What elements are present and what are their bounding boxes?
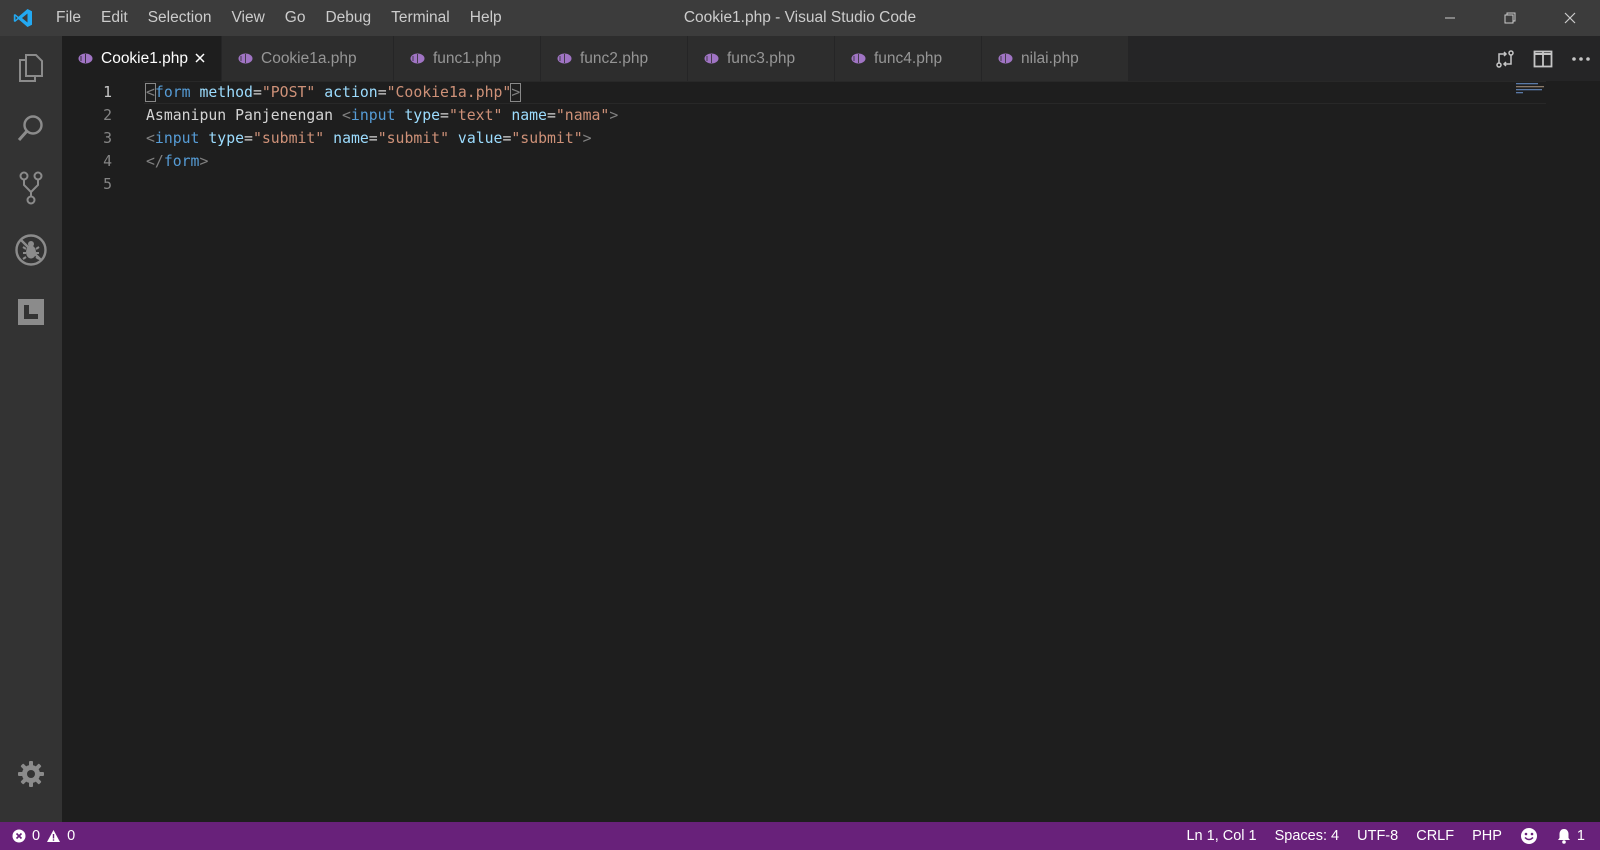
tab-func1-php[interactable]: func1.php — [394, 36, 541, 81]
extensions-icon[interactable] — [0, 284, 62, 340]
php-elephant-icon — [557, 53, 572, 64]
tab-func4-php[interactable]: func4.php — [835, 36, 982, 81]
source-control-icon[interactable] — [0, 160, 62, 216]
status-bar-right: Ln 1, Col 1 Spaces: 4 UTF-8 CRLF PHP 1 — [1177, 822, 1594, 850]
notifications-status[interactable]: 1 — [1547, 822, 1594, 850]
notification-count: 1 — [1576, 828, 1585, 844]
php-elephant-icon — [851, 53, 866, 64]
minimap[interactable] — [1516, 81, 1556, 94]
debug-icon[interactable] — [0, 222, 62, 278]
code-editor[interactable]: 1 2 3 4 5 <form method="POST" action="Co… — [62, 81, 1600, 822]
editor-tabs: Cookie1.php Cookie1a.php func1.php func2… — [62, 36, 1600, 81]
menu-edit[interactable]: Edit — [91, 0, 138, 36]
language-mode[interactable]: PHP — [1463, 822, 1511, 850]
tab-cookie1a-php[interactable]: Cookie1a.php — [222, 36, 394, 81]
menu-file[interactable]: File — [46, 0, 91, 36]
error-icon — [12, 829, 26, 843]
php-elephant-icon — [78, 53, 93, 64]
tab-label: func2.php — [580, 49, 649, 67]
indentation-status[interactable]: Spaces: 4 — [1266, 822, 1349, 850]
menu-debug[interactable]: Debug — [315, 0, 381, 36]
tab-label: func1.php — [433, 49, 502, 67]
error-count: 0 — [32, 828, 41, 844]
tab-label: Cookie1a.php — [261, 49, 357, 67]
explorer-icon[interactable] — [0, 40, 62, 96]
settings-gear-icon[interactable] — [0, 746, 62, 802]
tab-nilai-php[interactable]: nilai.php — [982, 36, 1129, 81]
title-bar: File Edit Selection View Go Debug Termin… — [0, 0, 1600, 36]
open-changes-icon[interactable] — [1486, 36, 1524, 81]
tab-label: Cookie1.php — [101, 49, 189, 67]
menu-help[interactable]: Help — [460, 0, 512, 36]
close-tab-icon[interactable] — [191, 49, 209, 67]
line-number: 2 — [103, 107, 112, 124]
line-ending-status[interactable]: CRLF — [1407, 822, 1463, 850]
menu-selection[interactable]: Selection — [138, 0, 222, 36]
vscode-logo-icon[interactable] — [0, 0, 46, 36]
code-line[interactable]: Asmanipun Panjenengan <input type="text"… — [146, 104, 618, 127]
problems-status[interactable]: 0 0 — [12, 822, 75, 850]
close-window-button[interactable] — [1540, 0, 1600, 36]
status-bar: 0 0 Ln 1, Col 1 Spaces: 4 UTF-8 CRLF PHP — [0, 822, 1600, 850]
feedback-smiley-icon[interactable] — [1511, 822, 1547, 850]
tab-label: nilai.php — [1021, 49, 1079, 67]
activity-bar — [0, 36, 62, 822]
cursor-position[interactable]: Ln 1, Col 1 — [1177, 822, 1265, 850]
editor-actions — [1486, 36, 1600, 81]
split-editor-icon[interactable] — [1524, 36, 1562, 81]
php-elephant-icon — [410, 53, 425, 64]
tab-cookie1-php[interactable]: Cookie1.php — [62, 36, 222, 81]
tab-func2-php[interactable]: func2.php — [541, 36, 688, 81]
menu-terminal[interactable]: Terminal — [381, 0, 460, 36]
menu-bar: File Edit Selection View Go Debug Termin… — [46, 0, 512, 36]
bell-icon — [1557, 829, 1570, 844]
tab-label: func3.php — [727, 49, 796, 67]
code-line[interactable]: <form method="POST" action="Cookie1a.php… — [145, 81, 522, 104]
php-elephant-icon — [238, 53, 253, 64]
line-number: 4 — [103, 153, 112, 170]
code-line[interactable]: </form> — [146, 150, 208, 173]
code-line[interactable]: <input type="submit" name="submit" value… — [146, 127, 592, 150]
search-icon[interactable] — [0, 100, 62, 156]
menu-view[interactable]: View — [221, 0, 274, 36]
tab-label: func4.php — [874, 49, 943, 67]
encoding-status[interactable]: UTF-8 — [1348, 822, 1407, 850]
warning-count: 0 — [67, 828, 76, 844]
menu-go[interactable]: Go — [275, 0, 316, 36]
php-elephant-icon — [998, 53, 1013, 64]
tab-func3-php[interactable]: func3.php — [688, 36, 835, 81]
window-controls — [1420, 0, 1600, 36]
minimize-button[interactable] — [1420, 0, 1480, 36]
more-actions-icon[interactable] — [1562, 36, 1600, 81]
line-number: 5 — [103, 176, 112, 193]
restore-button[interactable] — [1480, 0, 1540, 36]
php-elephant-icon — [704, 53, 719, 64]
line-number: 3 — [103, 130, 112, 147]
line-number: 1 — [103, 84, 112, 101]
warning-icon — [47, 830, 61, 842]
